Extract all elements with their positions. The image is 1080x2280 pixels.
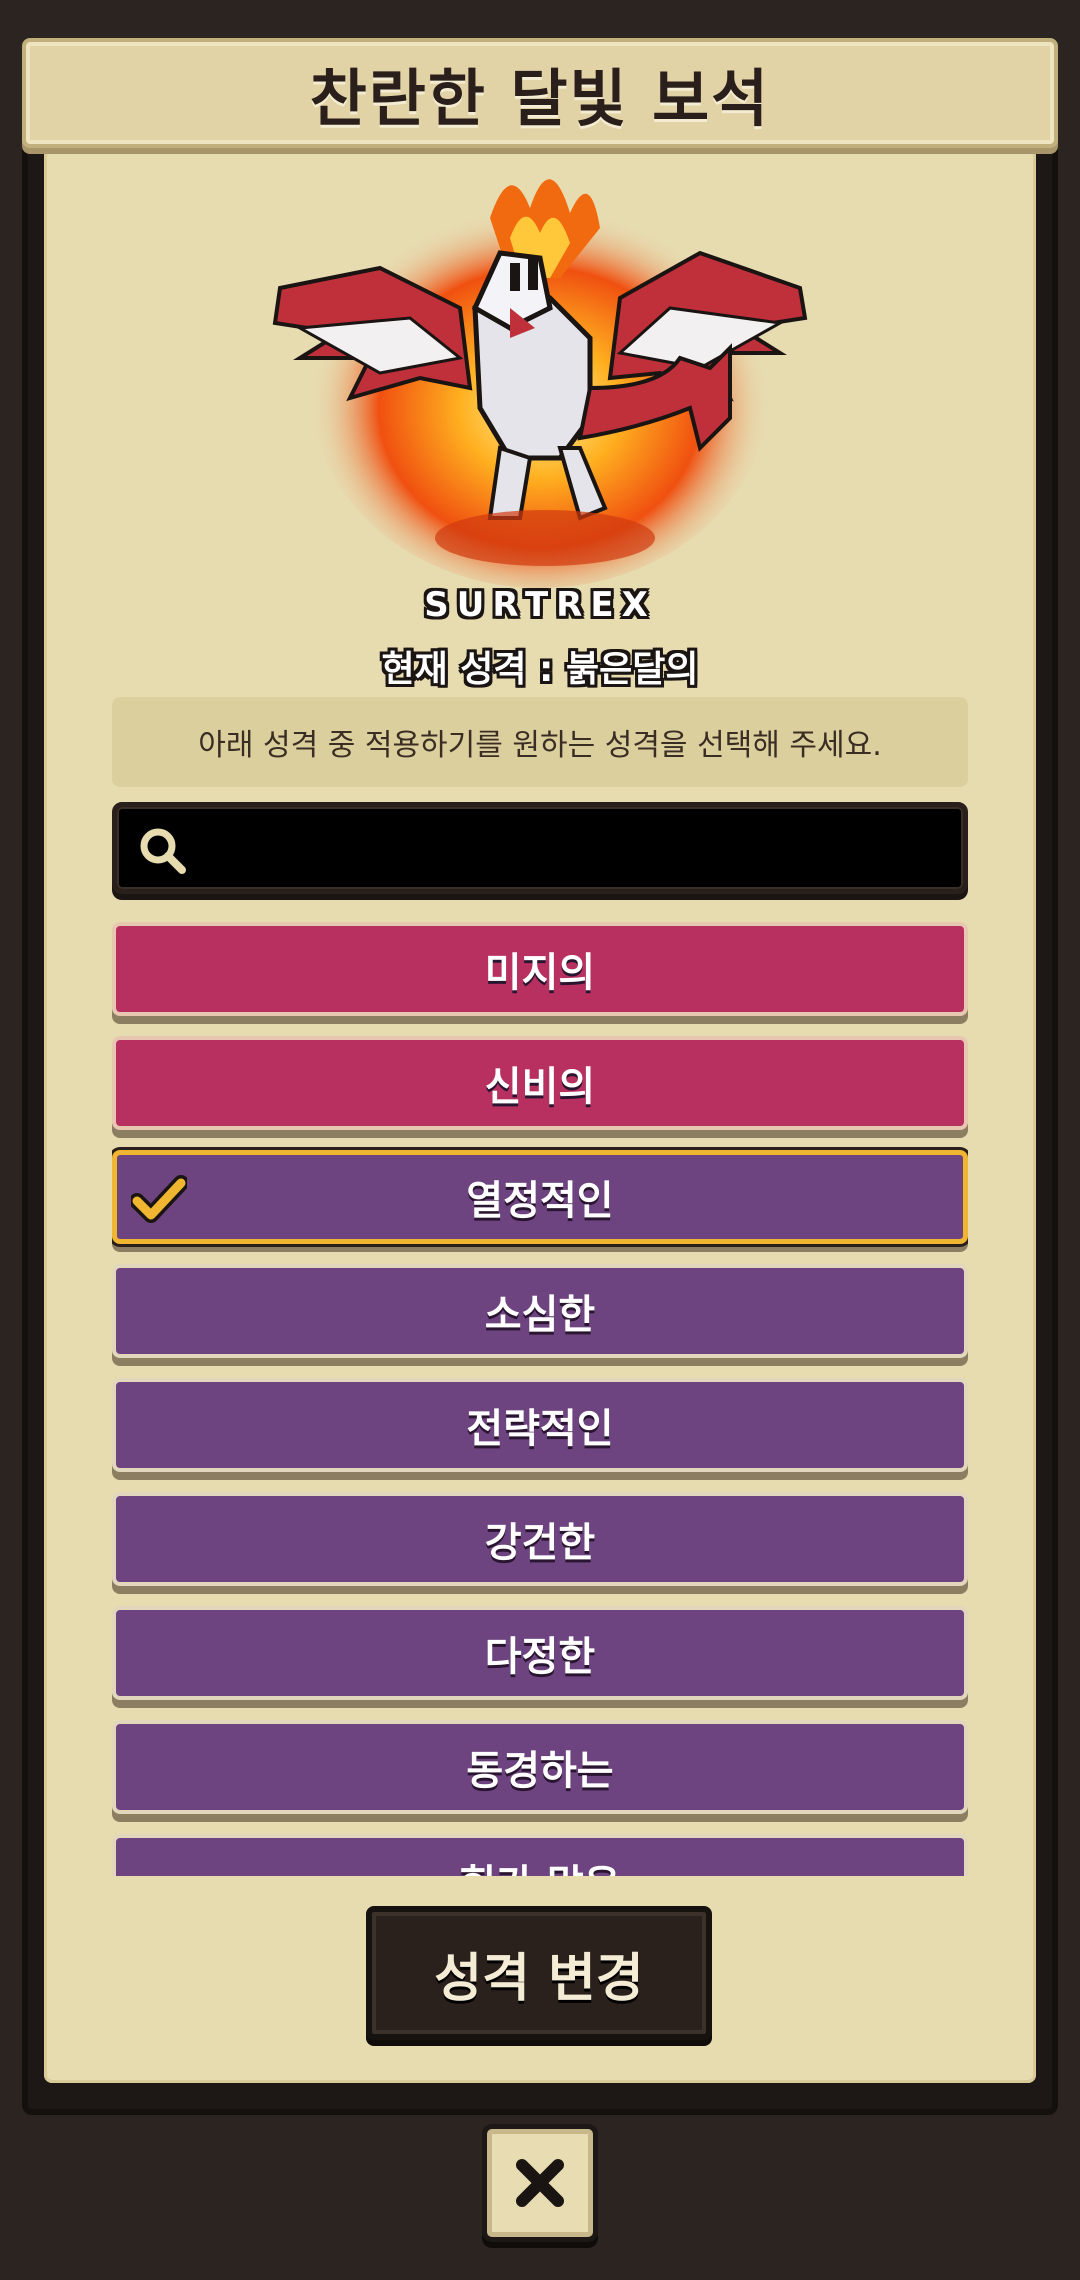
personality-label: 힘가 많은 — [459, 1852, 620, 1876]
search-icon — [140, 828, 186, 874]
personality-label: 강건한 — [484, 1520, 596, 1566]
personality-item-1[interactable]: 신비의 — [112, 1036, 968, 1130]
close-icon — [516, 2159, 564, 2207]
title-banner: 찬란한 달빛 보석 — [22, 38, 1058, 148]
dialog-title: 찬란한 달빛 보석 — [309, 62, 771, 135]
search-input[interactable] — [207, 817, 947, 881]
personality-label: 소심한 — [484, 1292, 596, 1338]
personality-label: 미지의 — [484, 950, 596, 996]
personality-item-4[interactable]: 전략적인 — [112, 1378, 968, 1472]
personality-label: 전략적인 — [466, 1406, 614, 1452]
personality-label: 다정한 — [484, 1634, 596, 1680]
instruction-text: 아래 성격 중 적용하기를 원하는 성격을 선택해 주세요. — [112, 697, 968, 787]
creature-image — [272, 179, 808, 588]
personality-item-5[interactable]: 강건한 — [112, 1492, 968, 1586]
current-personality: 현재 성격 : 붉은달의 — [381, 649, 699, 690]
personality-label: 신비의 — [484, 1064, 596, 1110]
search-bar[interactable] — [112, 802, 968, 894]
change-personality-button[interactable]: 성격 변경 — [366, 1906, 712, 2040]
personality-label: 동경하는 — [466, 1748, 614, 1794]
personality-item-0[interactable]: 미지의 — [112, 922, 968, 1016]
personality-list[interactable]: 미지의 신비의 열정적인 소심한 전략적인 강건한 다정한 동경하는 힘가 많은 — [112, 918, 968, 1876]
personality-item-6[interactable]: 다정한 — [112, 1606, 968, 1700]
close-button[interactable] — [482, 2124, 598, 2242]
personality-item-2[interactable]: 열정적인 — [112, 1150, 968, 1244]
personality-item-3[interactable]: 소심한 — [112, 1264, 968, 1358]
check-icon — [131, 1175, 187, 1223]
personality-item-8[interactable]: 힘가 많은 — [112, 1834, 968, 1876]
personality-label: 열정적인 — [466, 1178, 614, 1224]
screen: 찬란한 달빛 보석 SURTREX 현재 성격: 붉은달의 아래 성격 중 적… — [0, 0, 1080, 2280]
creature-name: SURTREX — [424, 585, 656, 625]
personality-item-7[interactable]: 동경하는 — [112, 1720, 968, 1814]
